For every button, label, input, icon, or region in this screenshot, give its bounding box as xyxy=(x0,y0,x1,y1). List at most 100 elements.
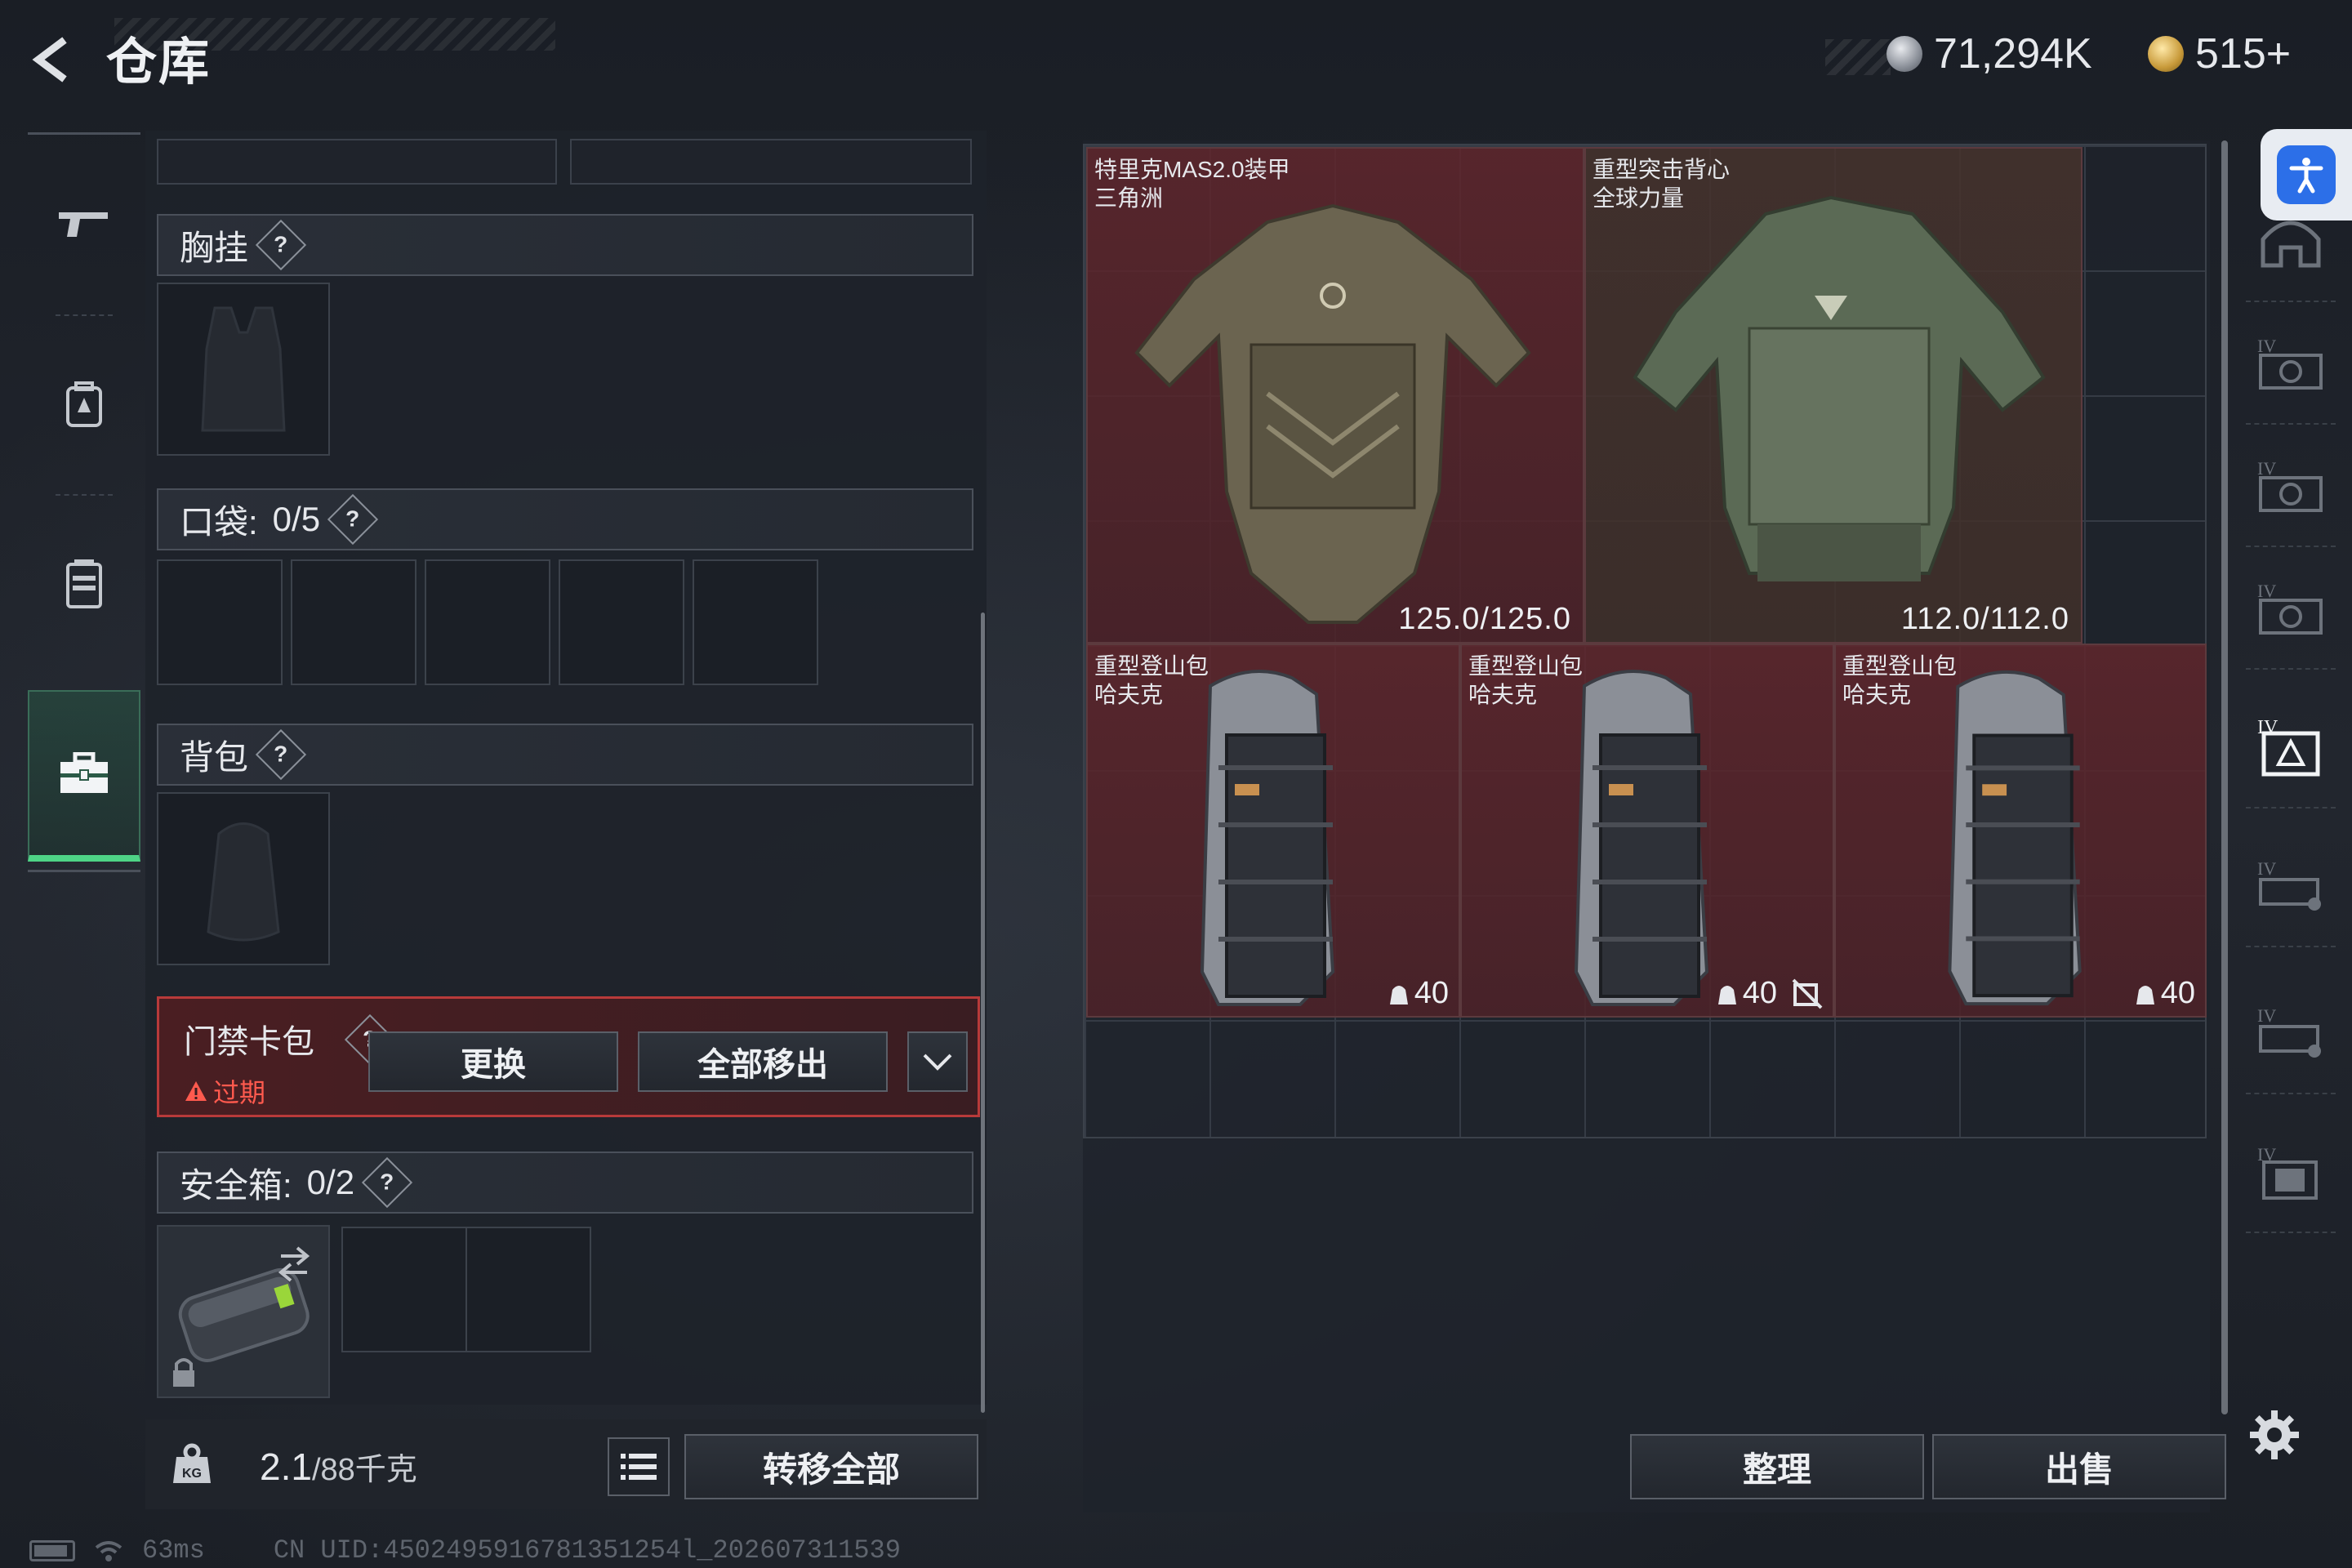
svg-text:IV: IV xyxy=(2257,1005,2276,1026)
keycard-expired-status: 过期 xyxy=(184,1072,265,1110)
pocket-slot[interactable] xyxy=(157,559,283,685)
left-nav xyxy=(28,132,140,872)
expired-text: 过期 xyxy=(213,1078,266,1107)
weight-readout: 2.1/88千克 xyxy=(260,1444,417,1489)
storage-item-backpack[interactable]: 重型登山包 哈夫克 40 xyxy=(1460,644,1834,1018)
nav-case[interactable] xyxy=(28,690,140,862)
ping-value: 63ms xyxy=(142,1535,205,1566)
swap-button[interactable]: 更换 xyxy=(368,1031,618,1092)
weight-icon: KG xyxy=(170,1442,214,1490)
back-arrow-icon xyxy=(32,37,67,82)
no-insurance-icon xyxy=(1792,978,1823,1009)
currency-silver[interactable]: 71,294K xyxy=(1886,29,2092,78)
pocket-help-icon[interactable]: ? xyxy=(327,493,379,546)
armor-item-image xyxy=(1134,203,1531,624)
item-capacity: 40 xyxy=(1388,976,1449,1011)
category-armor-3[interactable]: IV xyxy=(2246,547,2336,670)
safe-box-count: 0/2 xyxy=(306,1163,355,1201)
gold-coin-icon xyxy=(2148,36,2184,72)
safe-box-help-icon[interactable]: ? xyxy=(361,1156,413,1209)
chest-rig-slot[interactable] xyxy=(157,283,330,456)
storage-item-backpack[interactable]: 重型登山包 哈夫克 40 xyxy=(1834,644,2207,1018)
keycard-pack-label: 门禁卡包 xyxy=(184,1024,314,1060)
chest-rig-help-icon[interactable]: ? xyxy=(255,219,307,271)
safe-box-empty-slot[interactable] xyxy=(341,1227,591,1352)
vest-item-image xyxy=(1633,195,2046,581)
equipment-scrollbar[interactable] xyxy=(981,612,985,1413)
keycard-dropdown-button[interactable] xyxy=(907,1031,968,1092)
silver-coin-icon xyxy=(1886,36,1922,72)
sort-button[interactable]: 整理 xyxy=(1630,1434,1924,1499)
nav-armor[interactable] xyxy=(28,494,140,674)
category-armor-active[interactable]: IV xyxy=(2246,686,2336,808)
move-all-out-button[interactable]: 全部移出 xyxy=(638,1031,888,1092)
item-name: 重型突击背心 全球力量 xyxy=(1592,157,1731,211)
battery-icon xyxy=(29,1539,75,1561)
warning-icon xyxy=(185,1081,207,1101)
pocket-slot[interactable] xyxy=(425,559,550,685)
currency-gold[interactable]: 515+ xyxy=(2148,29,2291,78)
weight-current: 2.1 xyxy=(260,1446,312,1488)
keycard-pack-section: 门禁卡包 ? 过期 更换 全部移出 xyxy=(157,996,980,1117)
safe-box-slot[interactable] xyxy=(157,1225,330,1398)
item-name: 重型登山包 哈夫克 xyxy=(1842,653,1958,707)
svg-text:IV: IV xyxy=(2257,581,2276,601)
safe-box-header: 安全箱: 0/2 ? xyxy=(157,1152,973,1214)
backpack-help-icon[interactable]: ? xyxy=(255,728,307,781)
uid-text: CN UID:4502495916781351254l_202607311539 xyxy=(273,1535,901,1566)
item-name: 特里克MAS2.0装甲 三角洲 xyxy=(1094,157,1290,211)
item-capacity: 40 xyxy=(1717,976,1823,1011)
pocket-label: 口袋: xyxy=(180,502,258,541)
storage-item-heavy-vest[interactable]: 重型突击背心 全球力量 112.0/112.0 xyxy=(1584,147,2082,644)
armor-category-icon: IV xyxy=(2257,458,2323,512)
storage-panel: 特里克MAS2.0装甲 三角洲 125.0/125.0 重型突击背心 全球力量 … xyxy=(1083,140,2228,1512)
category-bag-1[interactable]: IV xyxy=(2246,825,2336,947)
weight-bar: KG 2.1/88千克 转移全部 xyxy=(145,1419,987,1509)
category-armor-2[interactable]: IV xyxy=(2246,425,2336,547)
category-armor-1[interactable]: IV xyxy=(2246,302,2336,425)
backpack-header: 背包 ? xyxy=(157,724,973,786)
pocket-slot[interactable] xyxy=(291,559,416,685)
equipment-slot-top-left[interactable] xyxy=(157,139,557,185)
back-button[interactable] xyxy=(24,31,82,88)
sell-button[interactable]: 出售 xyxy=(1932,1434,2226,1499)
weight-capacity: /88千克 xyxy=(311,1453,417,1487)
safe-box-case-icon xyxy=(173,1246,310,1387)
pocket-slot[interactable] xyxy=(693,559,818,685)
currency-decoration xyxy=(1825,39,1891,75)
list-icon xyxy=(621,1454,657,1480)
bag-capacity-icon xyxy=(2136,985,2154,1004)
chevron-down-icon xyxy=(923,1054,952,1071)
chest-rig-label: 胸挂 xyxy=(180,228,249,267)
backpack-label: 背包 xyxy=(180,737,249,777)
wifi-icon xyxy=(95,1540,122,1561)
backpack-slot[interactable] xyxy=(157,792,330,965)
briefcase-icon xyxy=(60,752,108,793)
nav-backpack[interactable] xyxy=(28,314,140,494)
backpack-silhouette-icon xyxy=(207,822,280,942)
armor-category-icon: IV xyxy=(2257,581,2323,635)
list-view-button[interactable] xyxy=(608,1437,670,1496)
settings-button[interactable] xyxy=(2246,1406,2303,1463)
category-helmet[interactable] xyxy=(2246,180,2336,302)
transfer-all-button[interactable]: 转移全部 xyxy=(684,1434,978,1499)
nav-weapons[interactable] xyxy=(28,135,140,314)
item-durability: 112.0/112.0 xyxy=(1900,602,2069,636)
item-durability: 125.0/125.0 xyxy=(1398,602,1571,636)
storage-item-armor-mas2[interactable]: 特里克MAS2.0装甲 三角洲 125.0/125.0 xyxy=(1086,147,1584,644)
category-case[interactable]: IV xyxy=(2246,1111,2336,1233)
bag-category-icon: IV xyxy=(2257,1005,2321,1058)
pocket-header: 口袋: 0/5 ? xyxy=(157,488,973,550)
pocket-slot[interactable] xyxy=(559,559,684,685)
bag-capacity-icon xyxy=(1717,985,1736,1004)
item-capacity: 40 xyxy=(2135,976,2195,1011)
category-bar: IV IV IV IV IV IV IV xyxy=(2221,122,2352,1396)
armor-category-icon: IV xyxy=(2257,336,2323,390)
equipment-slot-top-right[interactable] xyxy=(570,139,972,185)
chest-rig-header: 胸挂 ? xyxy=(157,214,973,276)
category-bag-2[interactable]: IV xyxy=(2246,972,2336,1094)
case-category-icon: IV xyxy=(2257,1144,2318,1200)
item-name: 重型登山包 哈夫克 xyxy=(1468,653,1584,707)
kg-icon-text: KG xyxy=(182,1467,202,1481)
storage-item-backpack[interactable]: 重型登山包 哈夫克 40 xyxy=(1086,644,1460,1018)
